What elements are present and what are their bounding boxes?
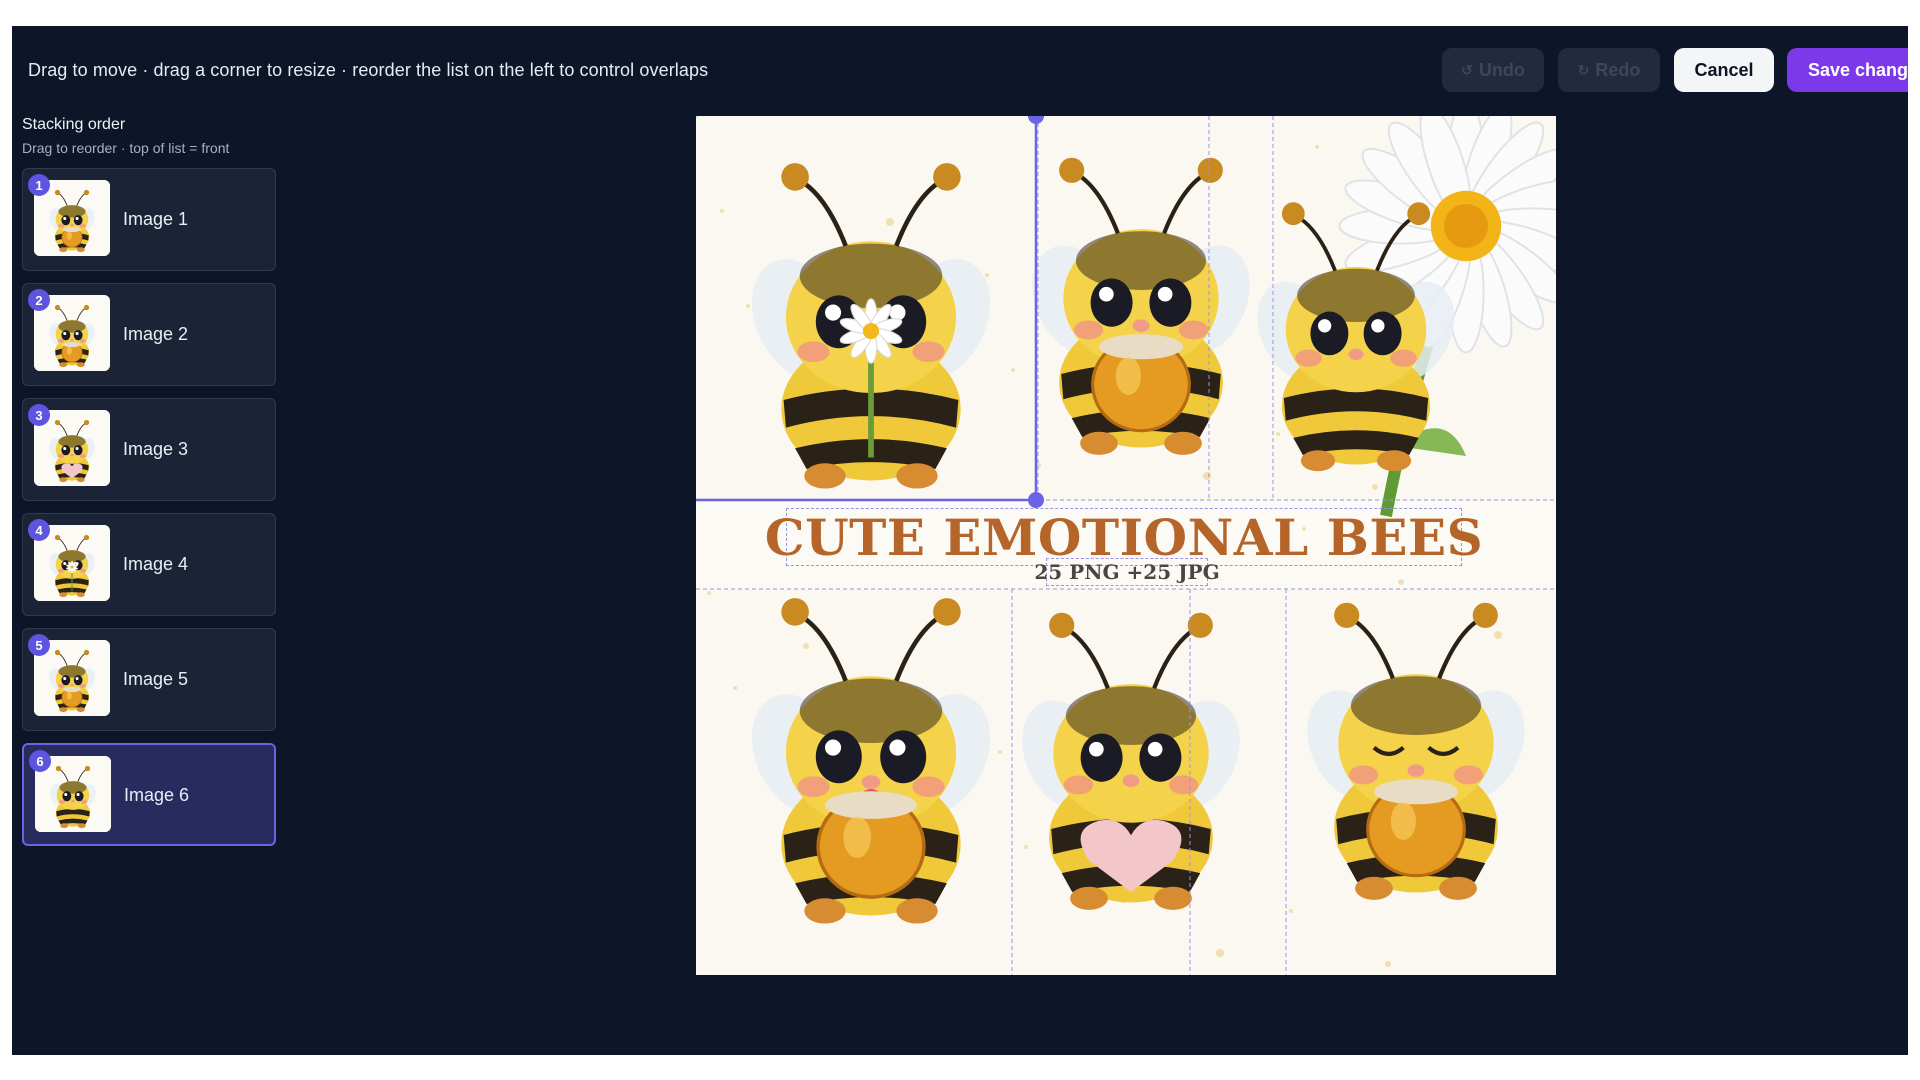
layer-order-badge: 4 (28, 519, 50, 541)
panel-title: Stacking order (22, 116, 126, 133)
undo-label: Undo (1478, 59, 1525, 80)
cancel-button[interactable]: Cancel (1674, 48, 1774, 92)
layer-label: Image 3 (123, 439, 189, 459)
layer-order-badge: 3 (28, 404, 50, 426)
panel-subtitle: Drag to reorder · top of list = front (22, 140, 230, 156)
undo-button[interactable]: ↺ Undo (1442, 48, 1544, 92)
redo-label: Redo (1595, 59, 1641, 80)
layer-list: 1 Image 1 2 Image 2 3 Image 3 4 Image 4 … (22, 168, 278, 846)
layer-order-badge: 6 (29, 750, 51, 772)
stacking-order-panel: Stacking order Drag to reorder · top of … (22, 116, 278, 858)
redo-button[interactable]: ↻ Redo (1558, 48, 1660, 92)
layer-label: Image 2 (123, 324, 189, 344)
layer-item-2[interactable]: 2 Image 2 (22, 283, 276, 386)
layer-label: Image 1 (123, 209, 189, 229)
layer-label: Image 5 (123, 669, 189, 689)
layer-item-1[interactable]: 1 Image 1 (22, 168, 276, 271)
layer-order-badge: 1 (28, 174, 50, 196)
layer-label: Image 6 (124, 785, 190, 805)
redo-icon: ↻ (1577, 61, 1590, 78)
layer-order-badge: 2 (28, 289, 50, 311)
layer-label: Image 4 (123, 554, 189, 574)
layer-item-5[interactable]: 5 Image 5 (22, 628, 276, 731)
undo-icon: ↺ (1461, 61, 1473, 78)
layer-item-4[interactable]: 4 Image 4 (22, 513, 276, 616)
save-changes-button[interactable]: Save chang (1787, 48, 1908, 92)
collage-editor: Drag to move · drag a corner to resize ·… (12, 26, 1908, 1055)
layer-item-3[interactable]: 3 Image 3 (22, 398, 276, 501)
canvas-subtitle: 25 PNG +25 JPG (1034, 560, 1220, 584)
collage-canvas[interactable]: CUTE EMOTIONAL BEES 25 PNG +25 JPG (696, 116, 1556, 975)
layer-item-6[interactable]: 6 Image 6 (22, 743, 276, 846)
layer-order-badge: 5 (28, 634, 50, 656)
instruction-hint: Drag to move · drag a corner to resize ·… (28, 60, 709, 80)
subtitle-text-layer[interactable]: 25 PNG +25 JPG (1034, 558, 1220, 586)
